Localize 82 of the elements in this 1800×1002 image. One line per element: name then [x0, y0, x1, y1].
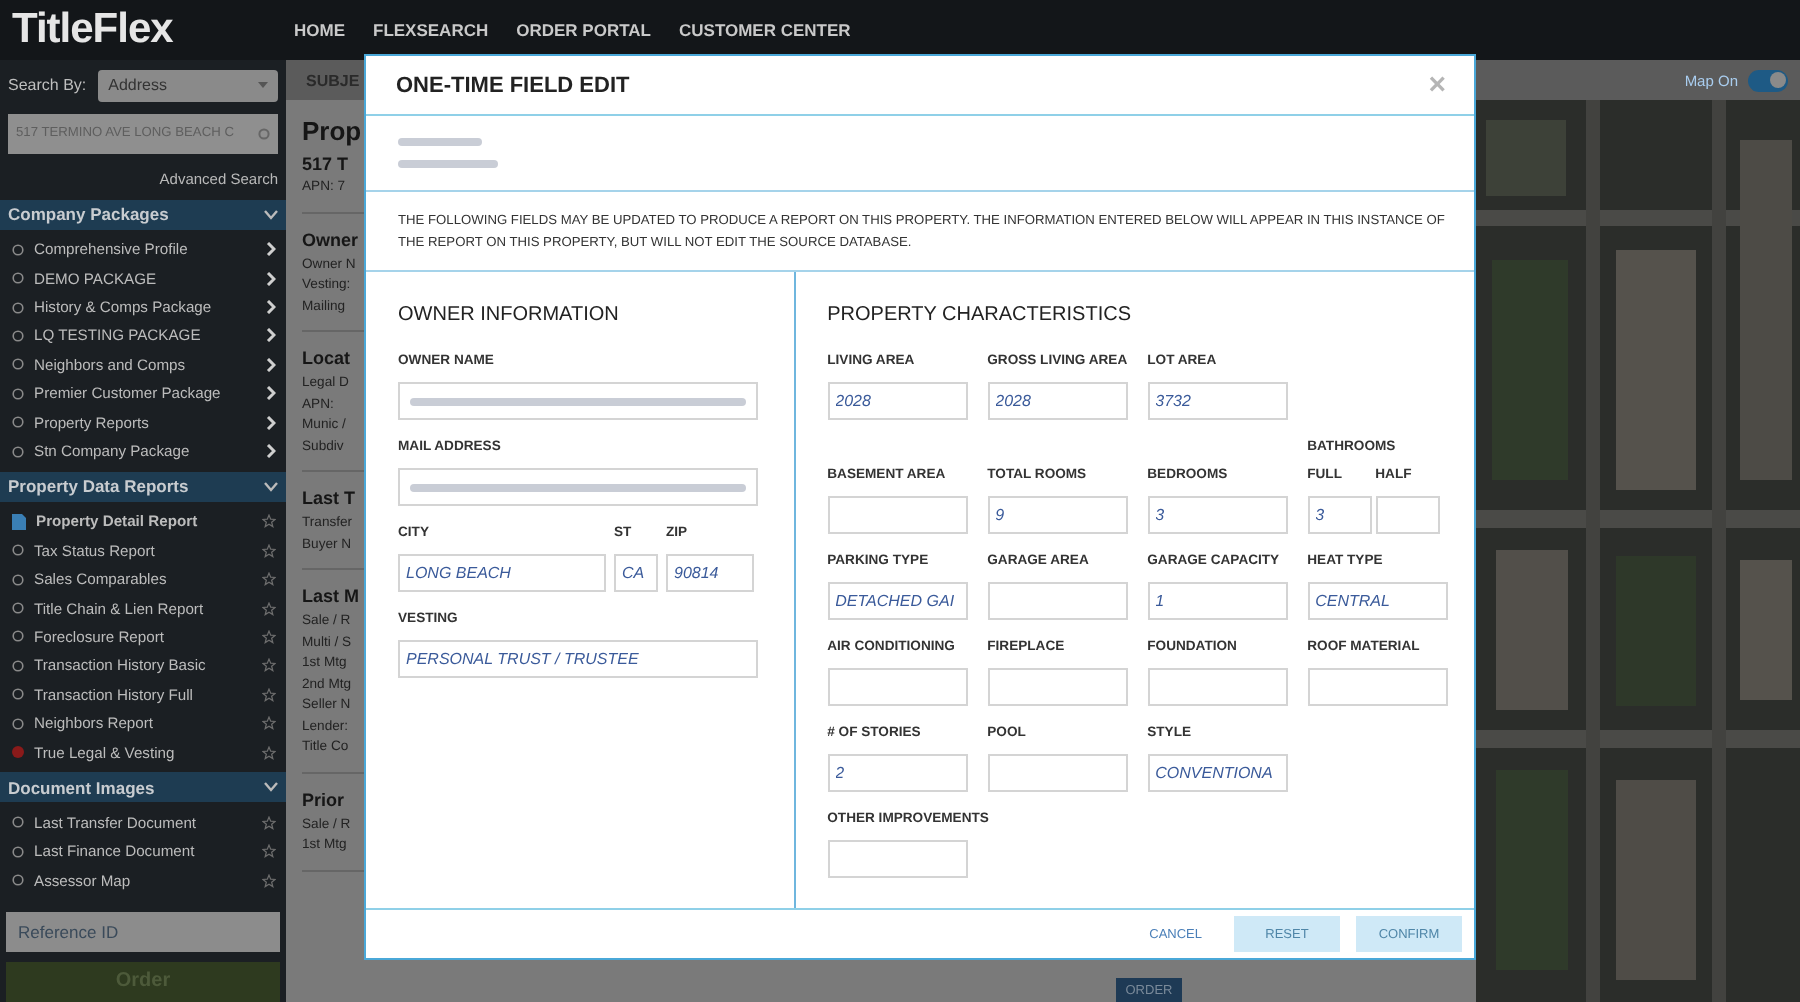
star-icon: [262, 658, 276, 673]
star-icon: [262, 629, 276, 644]
nav-link[interactable]: HOME: [294, 20, 345, 40]
input-field[interactable]: CA: [614, 554, 658, 592]
circle-icon: [12, 874, 24, 887]
document-icon: [12, 513, 26, 530]
report-heading: Last M: [302, 586, 360, 606]
input-field[interactable]: CONVENTIONA: [1147, 754, 1288, 792]
section-title: OWNER INFORMATION: [398, 304, 621, 326]
circle-icon: [12, 387, 24, 400]
input-field[interactable]: [827, 840, 968, 878]
input-field[interactable]: 2: [827, 754, 968, 792]
input-field[interactable]: [398, 382, 758, 420]
section-header[interactable]: Property Data Reports: [0, 471, 286, 502]
star-icon: [262, 716, 276, 731]
reference-id-field[interactable]: Reference ID: [6, 912, 280, 952]
section-header[interactable]: Company Packages: [0, 199, 286, 230]
star-icon: [262, 844, 276, 859]
circle-icon: [12, 272, 24, 285]
circle-icon: [12, 659, 24, 672]
input-field[interactable]: 3732: [1147, 382, 1288, 420]
input-field[interactable]: [827, 668, 968, 706]
map-toggle[interactable]: [1748, 69, 1788, 91]
circle-icon: [12, 358, 24, 371]
section-title: PROPERTY CHARACTERISTICS: [827, 304, 1134, 326]
input-field[interactable]: 2028: [987, 382, 1128, 420]
search-icon: [258, 127, 270, 140]
report-heading: Prop: [302, 116, 362, 146]
input-field[interactable]: [1147, 668, 1288, 706]
circle-icon: [12, 816, 24, 829]
circle-icon: [12, 329, 24, 342]
input-field[interactable]: PERSONAL TRUST / TRUSTEE: [398, 640, 758, 678]
input-field[interactable]: 9: [987, 496, 1128, 534]
search-by-label: Search By:: [8, 76, 87, 95]
report-heading: Last T: [302, 488, 356, 508]
star-icon: [262, 687, 276, 702]
report-heading: Locat: [302, 348, 351, 368]
input-field[interactable]: [1307, 668, 1448, 706]
alert-icon: [12, 746, 24, 759]
input-field[interactable]: [398, 468, 758, 506]
input-field[interactable]: 2028: [827, 382, 968, 420]
input-field[interactable]: LONG BEACH: [398, 554, 606, 592]
report-label: 517 T: [302, 152, 349, 178]
circle-icon: [12, 602, 24, 615]
star-icon: [262, 514, 276, 529]
nav-link[interactable]: FLEXSEARCH: [373, 20, 489, 40]
circle-icon: [12, 416, 24, 429]
star-icon: [262, 815, 276, 830]
nav-link[interactable]: CUSTOMER CENTER: [679, 20, 851, 40]
input-field[interactable]: CENTRAL: [1307, 582, 1448, 620]
circle-icon: [12, 573, 24, 586]
input-field[interactable]: [827, 496, 968, 534]
circle-icon: [12, 717, 24, 730]
star-icon: [262, 543, 276, 558]
star-icon: [262, 745, 276, 760]
section-header[interactable]: Document Images: [0, 772, 286, 803]
input-field[interactable]: [987, 754, 1128, 792]
star-icon: [262, 572, 276, 587]
caret-icon: [258, 82, 268, 89]
circle-icon: [12, 301, 24, 314]
input-field[interactable]: [987, 582, 1128, 620]
circle-icon: [12, 445, 24, 458]
nav-link[interactable]: ORDER PORTAL: [516, 20, 651, 40]
circle-icon: [12, 544, 24, 557]
input-field[interactable]: 90814: [666, 554, 754, 592]
search-by-select[interactable]: Address: [98, 69, 278, 102]
input-field[interactable]: [1375, 496, 1440, 534]
input-field[interactable]: DETACHED GAI: [827, 582, 968, 620]
input-field[interactable]: 1: [1147, 582, 1288, 620]
dialog-title: ONE-TIME FIELD EDIT: [396, 73, 630, 97]
input-field[interactable]: 3: [1147, 496, 1288, 534]
input-field[interactable]: [987, 668, 1128, 706]
circle-icon: [12, 688, 24, 701]
report-heading: Prior: [302, 789, 345, 809]
logo: TitleFlex: [10, 6, 175, 54]
star-icon: [262, 873, 276, 888]
circle-icon: [12, 243, 24, 256]
circle-icon: [12, 630, 24, 643]
circle-icon: [12, 845, 24, 858]
input-field[interactable]: 3: [1307, 496, 1372, 534]
star-icon: [262, 601, 276, 616]
report-heading: Owner: [302, 229, 359, 249]
